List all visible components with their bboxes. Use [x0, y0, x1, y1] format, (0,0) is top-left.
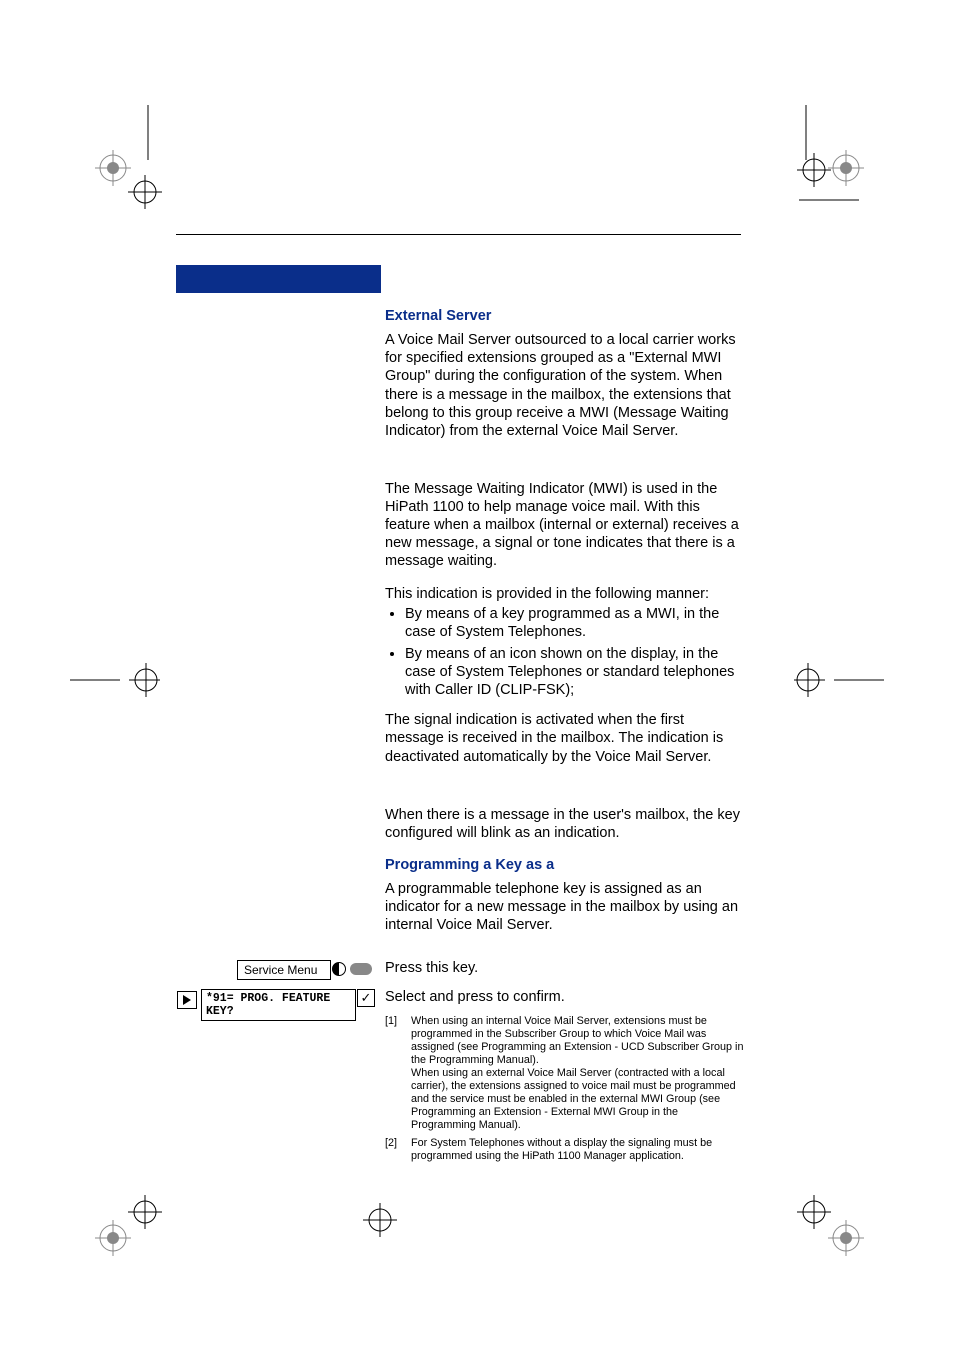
service-menu-key-label: Service Menu: [237, 960, 331, 980]
para-prog-key: A programmable telephone key is assigned…: [385, 880, 745, 934]
para-signal: The signal indication is activated when …: [385, 711, 745, 765]
regmark-bottom-right: [794, 1190, 864, 1260]
regmark-top-left-line: [128, 105, 168, 175]
check-glyph: ✓: [361, 990, 372, 1006]
footnote-1-text: When using an internal Voice Mail Server…: [411, 1015, 745, 1132]
key-lozenge-icon: [350, 963, 372, 975]
scroll-arrow-icon: [177, 991, 197, 1009]
regmark-top-right-hline: [799, 195, 859, 205]
display-prog-feature-key: *91= PROG. FEATURE KEY?: [201, 989, 356, 1021]
footnote-2-text: For System Telephones without a display …: [411, 1137, 745, 1163]
main-content: External Server A Voice Mail Server outs…: [385, 295, 745, 948]
instruction-press-key: Press this key.: [385, 960, 478, 976]
confirm-check-icon: ✓: [357, 989, 375, 1007]
bullet-key-mwi: By means of a key programmed as a MWI, i…: [405, 605, 745, 641]
regmark-mid-right: [794, 660, 884, 700]
blue-spine: [176, 265, 381, 293]
regmark-top-right-line: [786, 105, 826, 175]
footnote-1: [1] When using an internal Voice Mail Se…: [385, 1015, 745, 1132]
para-external-server: A Voice Mail Server outsourced to a loca…: [385, 331, 745, 440]
footnote-1a: When using an internal Voice Mail Server…: [411, 1015, 743, 1066]
para-key-blink: When there is a message in the user's ma…: [385, 806, 745, 842]
bullet-icon-display: By means of an icon shown on the display…: [405, 645, 745, 699]
footnote-1-num: [1]: [385, 1015, 411, 1132]
heading-external-server: External Server: [385, 307, 745, 325]
footnotes: [1] When using an internal Voice Mail Se…: [385, 1015, 745, 1167]
instruction-select-confirm: Select and press to confirm.: [385, 989, 565, 1005]
footnote-2-num: [2]: [385, 1137, 411, 1163]
header-rule: [176, 234, 741, 235]
regmark-bottom-center: [360, 1200, 400, 1240]
regmark-mid-left: [70, 660, 160, 700]
page: External Server A Voice Mail Server outs…: [0, 0, 954, 1351]
para-indication-lead: This indication is provided in the follo…: [385, 585, 745, 603]
indication-bullets: By means of a key programmed as a MWI, i…: [385, 605, 745, 700]
service-menu-key-icon: [332, 962, 372, 976]
led-icon: [332, 962, 346, 976]
footnote-1b: When using an external Voice Mail Server…: [411, 1067, 736, 1131]
regmark-bottom-left: [95, 1190, 165, 1260]
para-mwi-intro: The Message Waiting Indicator (MWI) is u…: [385, 480, 745, 571]
heading-programming-key: Programming a Key as a: [385, 856, 745, 874]
footnote-2: [2] For System Telephones without a disp…: [385, 1137, 745, 1163]
